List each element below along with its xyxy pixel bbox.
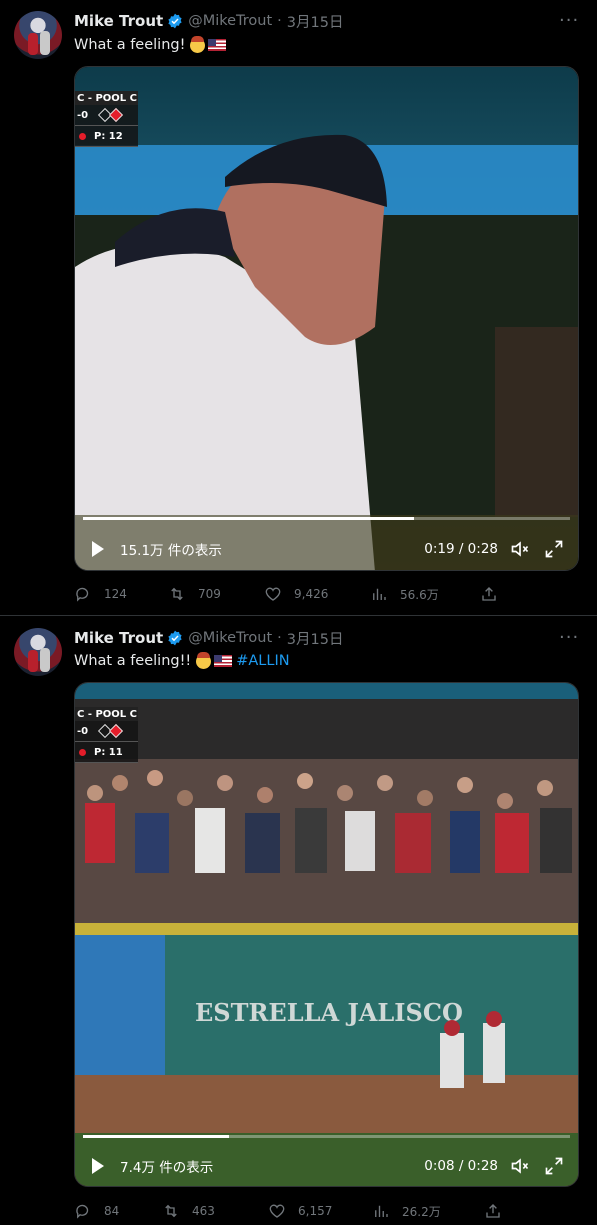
video-time: 0:08 / 0:28: [424, 1158, 498, 1174]
video-controls: 15.1万 件の表示 0:19 / 0:28: [75, 534, 578, 564]
hashtag-link[interactable]: #ALLIN: [236, 653, 289, 669]
analytics-icon: [375, 1205, 388, 1217]
reply-button[interactable]: 124: [74, 585, 168, 603]
scorebug-pool: C - POOL C: [75, 91, 138, 105]
video-frame: ESTRELLA JALISCO: [75, 683, 578, 1186]
video-player[interactable]: C - POOL C -0 P: 12 15.1万 件の表示 0:19 / 0:…: [74, 66, 579, 571]
cowboy-emoji-icon: [190, 35, 206, 53]
scorebug-pool: C - POOL C: [75, 707, 138, 721]
play-icon[interactable]: [92, 541, 104, 557]
tweet-actions: 124 709 9,426 56.6万: [74, 584, 574, 604]
out-icon: [79, 748, 86, 756]
retweet-button[interactable]: 709: [168, 585, 264, 603]
tweet-text: What a feeling!: [74, 34, 227, 56]
author-name[interactable]: Mike Trout: [74, 12, 163, 30]
separator: ·: [277, 630, 282, 646]
us-flag-icon: [214, 655, 233, 667]
retweet-button[interactable]: 463: [162, 1202, 268, 1220]
video-controls: 7.4万 件の表示 0:08 / 0:28: [75, 1151, 578, 1181]
crowd: [75, 759, 578, 929]
like-count: 9,426: [294, 587, 329, 601]
reply-icon: [76, 587, 89, 602]
tweet-text-body: What a feeling!!: [74, 653, 192, 669]
cowboy-emoji-icon: [196, 651, 212, 669]
us-flag-icon: [208, 39, 227, 51]
author-handle[interactable]: @MikeTrout: [188, 630, 272, 646]
tweet-2[interactable]: Mike Trout @MikeTrout · 3月15日 ··· What a…: [0, 616, 597, 1225]
more-icon[interactable]: ···: [559, 629, 579, 651]
tweet-actions: 84 463 6,157 26.2万: [74, 1201, 574, 1221]
tweet-header: Mike Trout @MikeTrout · 3月15日: [74, 10, 343, 32]
play-icon[interactable]: [92, 1158, 104, 1174]
reply-button[interactable]: 84: [74, 1202, 162, 1220]
mute-icon[interactable]: [510, 1156, 530, 1176]
fullscreen-icon[interactable]: [544, 539, 564, 559]
scorebug-score: -0: [75, 105, 138, 126]
outfield-banner: ESTRELLA JALISCO: [195, 998, 463, 1027]
scorebug-score-text: -0: [77, 109, 89, 121]
scorebug-score-text: -0: [77, 725, 89, 737]
heart-icon: [265, 587, 281, 601]
scorebug-pitches: P: 11: [94, 746, 123, 758]
verified-badge-icon: [168, 630, 182, 646]
scorebug: C - POOL C -0 P: 11: [75, 707, 138, 763]
fullscreen-icon[interactable]: [544, 1156, 564, 1176]
video-frame: [75, 67, 578, 570]
view-count: 56.6万: [400, 587, 439, 602]
scorebug-score: -0: [75, 721, 138, 742]
tweet-date[interactable]: 3月15日: [287, 628, 344, 649]
video-progress-bar[interactable]: [83, 517, 570, 520]
scorebug: C - POOL C -0 P: 12: [75, 91, 138, 147]
author-name[interactable]: Mike Trout: [74, 629, 163, 647]
tweet-header: Mike Trout @MikeTrout · 3月15日: [74, 627, 343, 649]
view-count: 26.2万: [402, 1204, 441, 1219]
mute-icon[interactable]: [510, 539, 530, 559]
base-icon: [109, 723, 124, 739]
tweet-1[interactable]: Mike Trout @MikeTrout · 3月15日 ··· What a…: [0, 0, 597, 615]
views-button[interactable]: 26.2万: [372, 1202, 484, 1220]
verified-badge-icon: [168, 13, 182, 29]
scorebug-pitches-row: P: 11: [75, 742, 138, 763]
like-button[interactable]: 6,157: [268, 1202, 372, 1220]
reply-count: 84: [104, 1204, 120, 1218]
retweet-icon: [171, 587, 183, 601]
separator: ·: [277, 13, 282, 29]
analytics-icon: [373, 588, 386, 600]
avatar[interactable]: [14, 11, 62, 59]
views-button[interactable]: 56.6万: [370, 585, 480, 603]
out-icon: [79, 132, 86, 140]
base-icon: [109, 107, 124, 123]
video-progress-fill: [83, 517, 415, 520]
retweet-icon: [165, 1204, 177, 1218]
share-button[interactable]: [480, 585, 510, 603]
video-progress-fill: [83, 1135, 230, 1138]
share-icon: [486, 1204, 500, 1218]
like-button[interactable]: 9,426: [264, 585, 370, 603]
video-progress-bar[interactable]: [83, 1135, 570, 1138]
tweet-text: What a feeling!! #ALLIN: [74, 650, 290, 672]
video-time: 0:19 / 0:28: [424, 541, 498, 557]
video-views: 7.4万 件の表示: [120, 1160, 214, 1176]
retweet-count: 463: [192, 1204, 215, 1218]
author-handle[interactable]: @MikeTrout: [188, 13, 272, 29]
scorebug-pitches-row: P: 12: [75, 126, 138, 147]
video-views: 15.1万 件の表示: [120, 543, 222, 559]
retweet-count: 709: [198, 587, 221, 601]
share-button[interactable]: [484, 1202, 514, 1220]
like-count: 6,157: [298, 1204, 333, 1218]
more-icon[interactable]: ···: [559, 12, 579, 34]
scorebug-pitches: P: 12: [94, 130, 123, 142]
reply-icon: [76, 1204, 89, 1219]
reply-count: 124: [104, 587, 127, 601]
tweet-text-body: What a feeling!: [74, 37, 186, 53]
share-icon: [482, 587, 496, 601]
heart-icon: [269, 1204, 285, 1218]
video-player[interactable]: ESTRELLA JALISCO C - POOL C -0 P: 11 7.4…: [74, 682, 579, 1187]
avatar[interactable]: [14, 628, 62, 676]
tweet-date[interactable]: 3月15日: [287, 11, 344, 32]
